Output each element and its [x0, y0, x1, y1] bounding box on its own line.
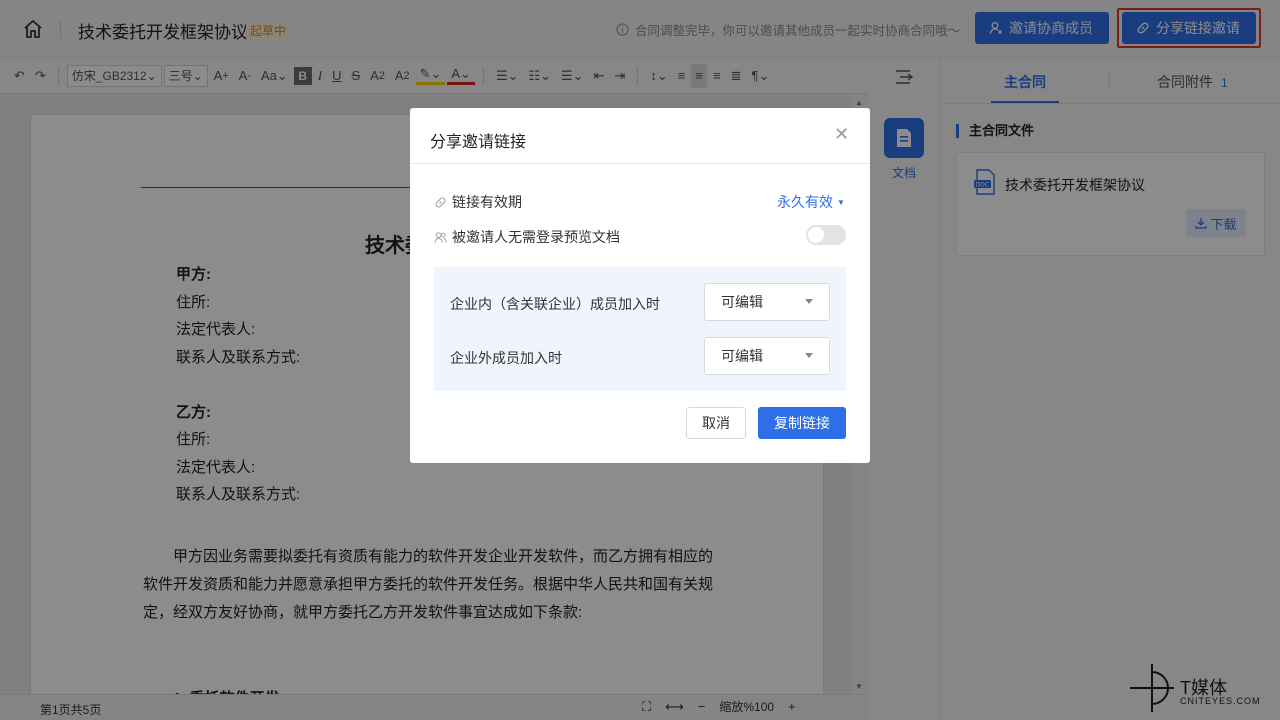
- permissions-box: 企业内（含关联企业）成员加入时 可编辑 企业外成员加入时 可编辑: [434, 267, 846, 391]
- watermark-mark-icon: [1130, 664, 1174, 712]
- cancel-button[interactable]: 取消: [686, 407, 746, 439]
- internal-members-label: 企业内（含关联企业）成员加入时: [450, 296, 660, 312]
- external-permission-value: 可编辑: [721, 348, 763, 364]
- caret-down-icon: ▼: [837, 197, 845, 207]
- validity-label: 链接有效期: [452, 194, 522, 210]
- users-icon: [434, 231, 447, 243]
- preview-label: 被邀请人无需登录预览文档: [452, 229, 620, 245]
- external-members-label: 企业外成员加入时: [450, 350, 562, 366]
- close-icon[interactable]: ✕: [834, 124, 849, 145]
- share-link-dialog: 分享邀请链接 ✕ 链接有效期 永久有效 ▼ 被邀请人无需登录预览文档 企业内（含…: [410, 108, 870, 463]
- watermark-subtext: CNITEYES.COM: [1180, 696, 1261, 706]
- preview-toggle[interactable]: [806, 225, 846, 245]
- validity-value: 永久有效: [777, 194, 833, 210]
- validity-row: 链接有效期: [434, 192, 522, 212]
- dialog-divider: [410, 163, 870, 164]
- link-icon: [435, 196, 446, 208]
- toggle-knob: [808, 227, 824, 243]
- copy-link-button[interactable]: 复制链接: [758, 407, 846, 439]
- internal-permission-value: 可编辑: [721, 294, 763, 310]
- watermark-logo: T媒体 CNITEYES.COM: [1128, 660, 1278, 716]
- external-permission-select[interactable]: 可编辑: [704, 337, 830, 375]
- validity-dropdown[interactable]: 永久有效 ▼: [777, 192, 845, 212]
- dialog-title: 分享邀请链接: [430, 134, 527, 151]
- caret-down-icon: [805, 353, 813, 358]
- preview-row: 被邀请人无需登录预览文档: [434, 227, 620, 247]
- internal-permission-select[interactable]: 可编辑: [704, 283, 830, 321]
- caret-down-icon: [805, 299, 813, 304]
